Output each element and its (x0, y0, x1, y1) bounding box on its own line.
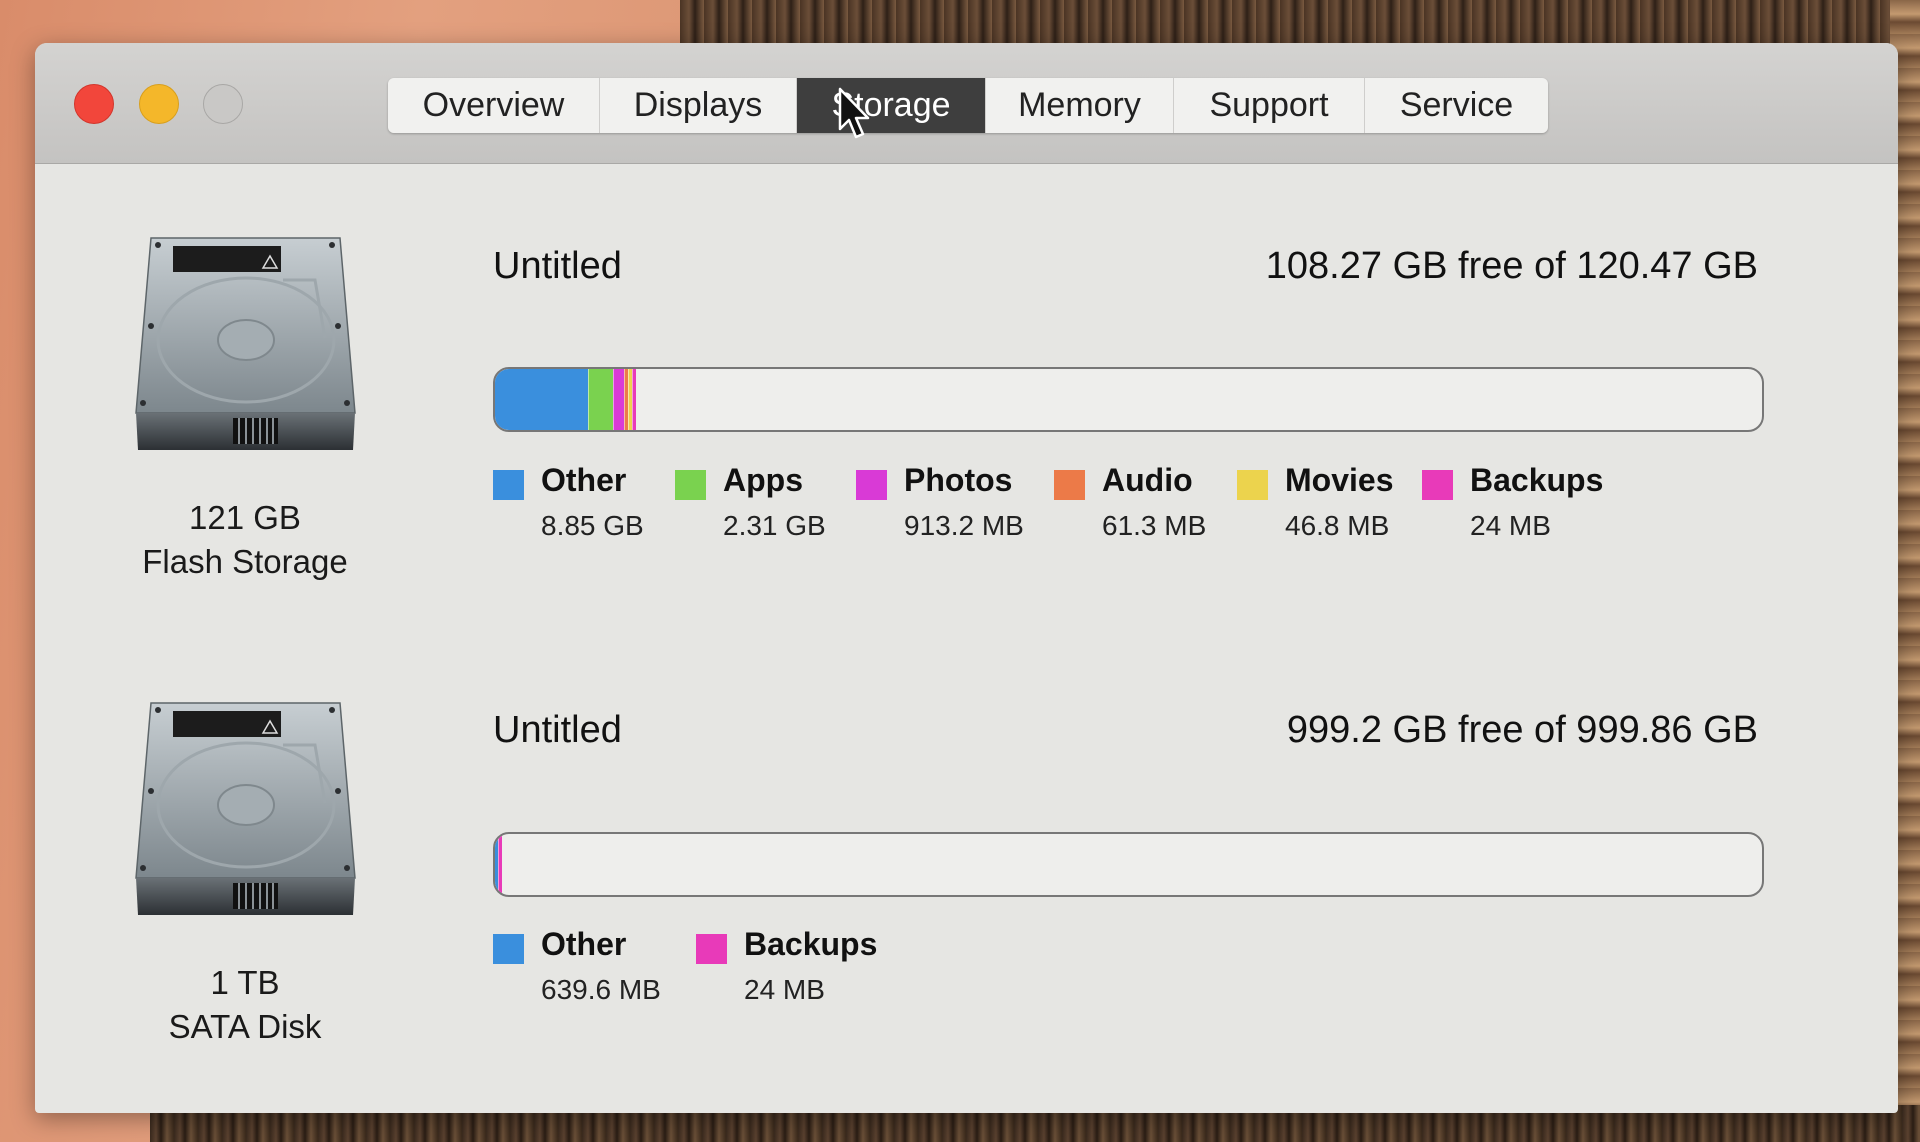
usage-segment-other (495, 369, 588, 430)
legend-swatch (493, 934, 524, 964)
volume-free-space: 108.27 GB free of 120.47 GB (1265, 245, 1758, 287)
volume-name: Untitled (493, 245, 622, 287)
legend-swatch (856, 470, 887, 500)
legend-category-name: Movies (1285, 462, 1394, 498)
storage-usage-bar (493, 367, 1764, 432)
legend-item-other: Other 8.85 GB (493, 462, 675, 552)
tab-displays[interactable]: Displays (600, 78, 797, 133)
legend-item-backups: Backups 24 MB (1422, 462, 1612, 552)
legend-category-name: Backups (744, 926, 878, 962)
desktop-wallpaper-top (680, 0, 1920, 48)
legend-category-size: 61.3 MB (1102, 510, 1207, 541)
legend-item-photos: Photos 913.2 MB (856, 462, 1054, 552)
legend-item-movies: Movies 46.8 MB (1237, 462, 1422, 552)
zoom-button-disabled (203, 84, 243, 124)
mouse-pointer-icon (838, 87, 870, 139)
volume-free-space: 999.2 GB free of 999.86 GB (1286, 709, 1758, 751)
legend-category-size: 8.85 GB (541, 510, 644, 541)
legend-category-size: 24 MB (1470, 510, 1551, 541)
tab-overview[interactable]: Overview (388, 78, 600, 133)
storage-pane: 121 GB Flash Storage Untitled 108.27 GB … (35, 164, 1898, 1113)
legend-swatch (696, 934, 727, 964)
tab-storage[interactable]: Storage (797, 78, 986, 133)
legend-category-size: 913.2 MB (904, 510, 1024, 541)
legend-item-other: Other 639.6 MB (493, 926, 696, 1016)
legend-category-size: 639.6 MB (541, 974, 661, 1005)
storage-legend: Other 8.85 GB Apps 2.31 GB Photos 913.2 MB Aud… (493, 462, 1612, 552)
usage-segment-photos (612, 369, 624, 430)
tab-bar: Overview Displays Storage Memory Support… (388, 78, 1548, 133)
volume-name: Untitled (493, 709, 622, 751)
legend-swatch (1237, 470, 1268, 500)
legend-category-name: Other (541, 926, 627, 962)
close-button[interactable] (74, 84, 114, 124)
legend-item-apps: Apps 2.31 GB (675, 462, 856, 552)
legend-swatch (493, 470, 524, 500)
legend-category-name: Apps (723, 462, 803, 498)
hard-drive-icon (133, 693, 358, 920)
legend-swatch (1422, 470, 1453, 500)
legend-swatch (675, 470, 706, 500)
legend-category-name: Audio (1102, 462, 1193, 498)
legend-category-size: 24 MB (744, 974, 825, 1005)
title-bar: Overview Displays Storage Memory Support… (35, 43, 1898, 164)
about-this-mac-window: Overview Displays Storage Memory Support… (35, 43, 1898, 1113)
tab-service[interactable]: Service (1365, 78, 1548, 133)
tab-memory[interactable]: Memory (986, 78, 1174, 133)
minimize-button[interactable] (139, 84, 179, 124)
legend-category-name: Other (541, 462, 627, 498)
legend-category-size: 46.8 MB (1285, 510, 1390, 541)
tab-support[interactable]: Support (1174, 78, 1365, 133)
legend-category-size: 2.31 GB (723, 510, 826, 541)
drive-type-label: SATA Disk (168, 1008, 322, 1045)
storage-usage-bar (493, 832, 1764, 897)
usage-segment-backups (631, 369, 636, 430)
drive-type-label: Flash Storage (142, 543, 348, 580)
usage-segment-apps (587, 369, 613, 430)
legend-item-audio: Audio 61.3 MB (1054, 462, 1237, 552)
hard-drive-icon (133, 228, 358, 455)
legend-swatch (1054, 470, 1085, 500)
drive-capacity-label: 1 TB (210, 964, 280, 1001)
legend-category-name: Backups (1470, 462, 1604, 498)
storage-legend: Other 639.6 MB Backups 24 MB (493, 926, 896, 1016)
usage-segment-backups (498, 834, 502, 895)
legend-category-name: Photos (904, 462, 1013, 498)
drive-capacity-label: 121 GB (189, 499, 301, 536)
legend-item-backups: Backups 24 MB (696, 926, 896, 1016)
